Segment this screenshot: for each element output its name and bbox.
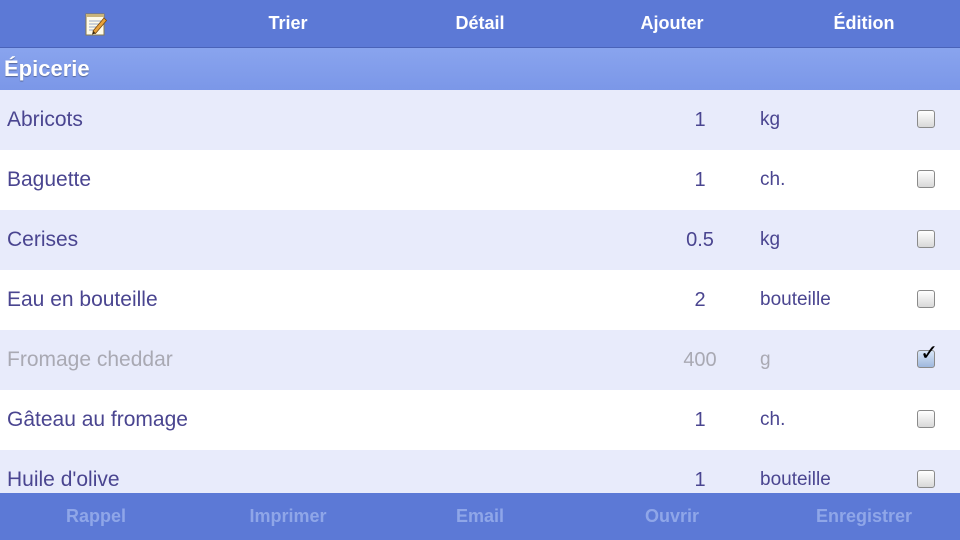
- item-quantity: 1: [694, 109, 706, 131]
- section-header: Épicerie: [0, 48, 960, 90]
- save-button[interactable]: Enregistrer: [768, 493, 960, 540]
- print-button[interactable]: Imprimer: [192, 493, 384, 540]
- list-item[interactable]: Cerises 0.5 kg: [0, 210, 960, 270]
- detail-button[interactable]: Détail: [384, 0, 576, 47]
- top-toolbar: Trier Détail Ajouter Édition: [0, 0, 960, 48]
- list-item[interactable]: Abricots 1 kg: [0, 90, 960, 150]
- shopping-list[interactable]: Abricots 1 kg Baguette 1 ch. Cerises 0.5…: [0, 90, 960, 493]
- item-quantity: 1: [694, 169, 706, 191]
- item-checkbox[interactable]: [917, 230, 935, 248]
- item-unit: bouteille: [760, 469, 831, 490]
- email-button[interactable]: Email: [384, 493, 576, 540]
- item-checkbox[interactable]: [917, 170, 935, 188]
- item-quantity: 1: [694, 469, 706, 491]
- item-checkbox[interactable]: [917, 470, 935, 488]
- reminder-button[interactable]: Rappel: [0, 493, 192, 540]
- item-name: Gâteau au fromage: [7, 408, 188, 431]
- item-quantity: 2: [694, 289, 706, 311]
- bottom-toolbar: Rappel Imprimer Email Ouvrir Enregistrer: [0, 493, 960, 540]
- item-unit: bouteille: [760, 289, 831, 310]
- item-name: Abricots: [7, 108, 83, 131]
- item-unit: ch.: [760, 169, 786, 190]
- section-title: Épicerie: [4, 56, 90, 81]
- item-name: Fromage cheddar: [7, 348, 173, 371]
- list-item[interactable]: Huile d'olive 1 bouteille: [0, 450, 960, 493]
- item-name: Eau en bouteille: [7, 288, 158, 311]
- item-quantity: 400: [683, 349, 717, 371]
- list-item[interactable]: Baguette 1 ch.: [0, 150, 960, 210]
- list-item[interactable]: Gâteau au fromage 1 ch.: [0, 390, 960, 450]
- list-item[interactable]: Eau en bouteille 2 bouteille: [0, 270, 960, 330]
- item-unit: kg: [760, 109, 781, 130]
- edit-button[interactable]: Édition: [768, 0, 960, 47]
- item-unit: kg: [760, 229, 781, 250]
- item-quantity: 0.5: [686, 229, 714, 251]
- item-quantity: 1: [694, 409, 706, 431]
- item-name: Huile d'olive: [7, 468, 120, 491]
- notes-button[interactable]: [0, 0, 192, 47]
- sort-button[interactable]: Trier: [192, 0, 384, 47]
- checkmark-icon: ✓: [920, 341, 939, 366]
- item-checkbox[interactable]: [917, 290, 935, 308]
- add-button[interactable]: Ajouter: [576, 0, 768, 47]
- notepad-pencil-icon: [85, 13, 107, 35]
- item-checkbox[interactable]: [917, 110, 935, 128]
- item-checkbox[interactable]: [917, 410, 935, 428]
- open-button[interactable]: Ouvrir: [576, 493, 768, 540]
- item-name: Baguette: [7, 168, 92, 191]
- item-unit: g: [760, 349, 771, 370]
- list-item[interactable]: Fromage cheddar 400 g ✓: [0, 330, 960, 390]
- item-checkbox[interactable]: ✓: [917, 341, 938, 368]
- item-name: Cerises: [7, 228, 79, 251]
- item-unit: ch.: [760, 409, 786, 430]
